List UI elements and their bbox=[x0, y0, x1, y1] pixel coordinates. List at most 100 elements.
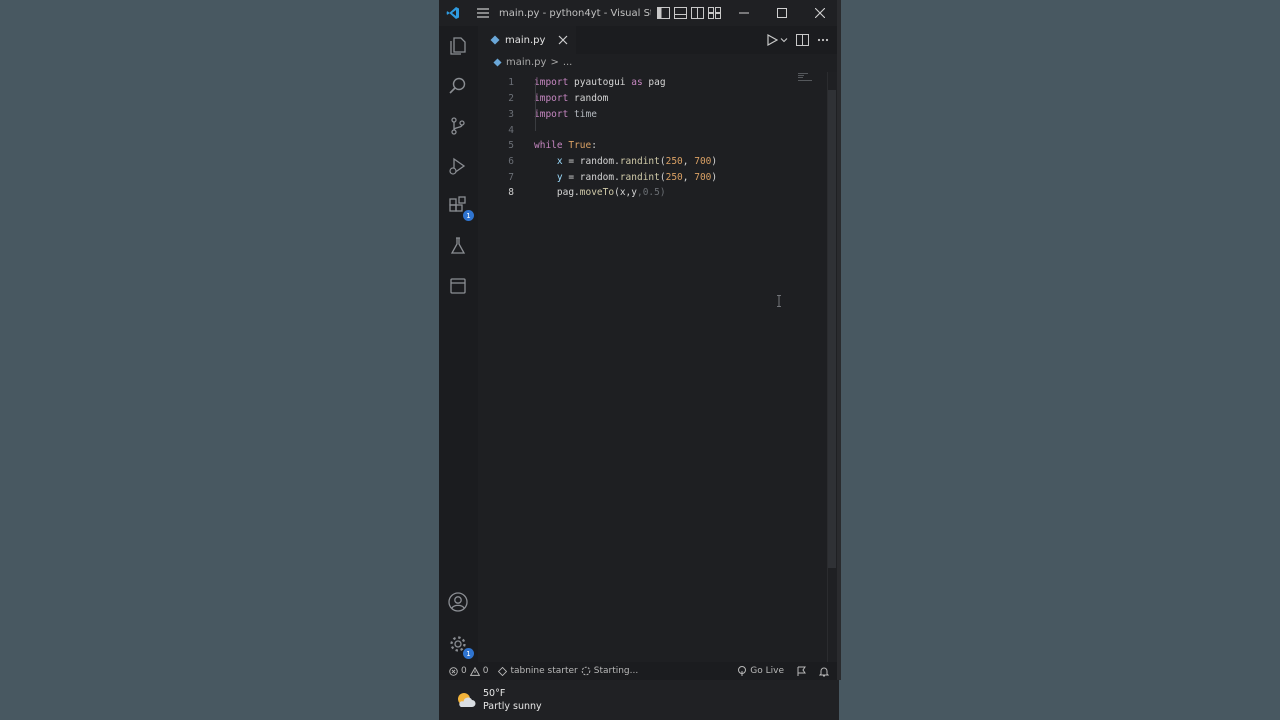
split-editor-icon[interactable] bbox=[796, 34, 809, 46]
code-token: randint bbox=[619, 155, 660, 167]
editor-actions bbox=[766, 26, 829, 54]
testing-flask-icon[interactable] bbox=[446, 234, 470, 258]
code-text: import time bbox=[534, 109, 597, 120]
code-token: = random. bbox=[562, 171, 620, 183]
code-text: while True: bbox=[534, 140, 597, 151]
code-token: 250 bbox=[665, 171, 683, 183]
customize-layout-icon[interactable] bbox=[708, 7, 721, 19]
breadcrumb: main.py > ... bbox=[493, 57, 572, 68]
more-actions-icon[interactable] bbox=[817, 38, 829, 42]
loading-spinner-icon bbox=[581, 666, 591, 676]
toggle-sidebar-icon[interactable] bbox=[657, 7, 670, 19]
python-file-icon bbox=[490, 35, 500, 45]
breadcrumb-more[interactable]: ... bbox=[563, 57, 573, 68]
code-token: , bbox=[682, 171, 695, 183]
code-token: ,0.5) bbox=[636, 186, 666, 198]
code-token: = random. bbox=[562, 155, 620, 167]
close-tab-icon[interactable] bbox=[558, 35, 568, 45]
status-right: Go Live bbox=[737, 666, 829, 677]
error-count: 0 bbox=[461, 666, 467, 676]
accounts-icon[interactable] bbox=[446, 590, 470, 614]
line-number: 2 bbox=[508, 92, 514, 104]
indent-guide bbox=[535, 83, 536, 131]
code-token: import bbox=[534, 92, 569, 104]
code-token: import bbox=[534, 76, 569, 88]
extensions-badge: 1 bbox=[463, 210, 474, 221]
code-token: import bbox=[534, 108, 569, 120]
code-line[interactable]: 7 y = random.randint(250, 700) bbox=[478, 169, 818, 185]
tabnine-starting: Starting... bbox=[593, 666, 639, 676]
go-live-button[interactable]: Go Live bbox=[737, 666, 784, 676]
editor-tabs: main.py bbox=[478, 26, 839, 54]
window-controls bbox=[725, 0, 839, 26]
line-number: 1 bbox=[508, 76, 514, 88]
run-debug-icon[interactable] bbox=[446, 154, 470, 178]
extensions-icon[interactable]: 1 bbox=[446, 194, 474, 221]
code-line[interactable]: 4 bbox=[478, 122, 818, 138]
run-python-file-icon[interactable] bbox=[766, 34, 778, 46]
explorer-icon[interactable] bbox=[446, 34, 470, 58]
code-token: 700 bbox=[694, 155, 712, 167]
code-token: moveTo bbox=[579, 186, 615, 198]
weather-desc: Partly sunny bbox=[483, 701, 542, 712]
window-title: main.py - python4yt - Visual Stu... bbox=[499, 7, 651, 19]
vscode-logo-icon bbox=[439, 6, 467, 20]
code-text: import pyautogui as pag bbox=[534, 77, 666, 88]
weather-temp: 50°F bbox=[483, 688, 506, 699]
tab-main-py[interactable]: main.py bbox=[478, 26, 576, 54]
feedback-icon[interactable] bbox=[796, 666, 807, 677]
hamburger-menu-icon[interactable] bbox=[473, 8, 493, 18]
activity-bar: 1 1 bbox=[439, 26, 478, 662]
code-line[interactable]: 8 pag.moveTo(x,y,0.5) bbox=[478, 184, 818, 200]
code-editor[interactable]: 1 import pyautogui as pag 2 import random 3 i… bbox=[478, 72, 828, 662]
maximize-icon[interactable] bbox=[763, 0, 801, 26]
broadcast-icon bbox=[738, 666, 747, 676]
code-line[interactable]: 5 while True: bbox=[478, 137, 818, 153]
line-number: 4 bbox=[508, 124, 514, 136]
scrollbar-thumb[interactable] bbox=[828, 90, 836, 568]
minimize-icon[interactable] bbox=[725, 0, 763, 26]
code-text: x = random.randint(250, 700) bbox=[534, 156, 717, 167]
close-window-icon[interactable] bbox=[801, 0, 839, 26]
toggle-secondary-sidebar-icon[interactable] bbox=[691, 7, 704, 19]
notifications-bell-icon[interactable] bbox=[819, 666, 829, 677]
tabnine-status[interactable]: tabnine starter Starting... bbox=[498, 666, 638, 676]
breadcrumb-separator: > bbox=[550, 57, 559, 68]
partly-sunny-icon[interactable] bbox=[455, 689, 477, 711]
source-control-icon[interactable] bbox=[446, 114, 470, 138]
code-line[interactable]: 3 import time bbox=[478, 106, 818, 122]
minimap[interactable] bbox=[798, 73, 820, 83]
toggle-panel-icon[interactable] bbox=[674, 7, 687, 19]
vscode-window: main.py - python4yt - Visual Stu... 1 bbox=[439, 0, 839, 680]
chevron-down-icon[interactable] bbox=[780, 36, 788, 44]
line-number: 7 bbox=[508, 171, 514, 183]
code-line[interactable]: 6 x = random.randint(250, 700) bbox=[478, 153, 818, 169]
title-bar: main.py - python4yt - Visual Stu... bbox=[439, 0, 839, 26]
weather-widget[interactable]: 50°F Partly sunny bbox=[483, 687, 542, 713]
status-bar: 0 0 tabnine starter Starting... Go Live bbox=[439, 662, 839, 680]
warning-icon bbox=[469, 666, 480, 676]
problems-indicator[interactable]: 0 0 bbox=[449, 666, 488, 676]
code-text: import random bbox=[534, 93, 608, 104]
code-token: (x,y bbox=[614, 186, 637, 198]
tab-label: main.py bbox=[505, 34, 546, 46]
search-icon[interactable] bbox=[446, 74, 470, 98]
remote-explorer-icon[interactable] bbox=[446, 274, 470, 298]
code-token: , bbox=[682, 155, 695, 167]
code-line[interactable]: 2 import random bbox=[478, 90, 818, 106]
breadcrumb-file[interactable]: main.py bbox=[506, 57, 546, 68]
line-number: 6 bbox=[508, 155, 514, 167]
error-icon bbox=[449, 666, 458, 676]
manage-badge: 1 bbox=[463, 648, 474, 659]
code-line[interactable]: 1 import pyautogui as pag bbox=[478, 74, 818, 90]
code-token: as bbox=[631, 76, 643, 88]
code-token: random bbox=[568, 92, 609, 104]
code-token: time bbox=[568, 108, 597, 120]
line-number: 3 bbox=[508, 108, 514, 120]
manage-gear-icon[interactable]: 1 bbox=[446, 632, 474, 659]
layout-controls bbox=[657, 7, 721, 19]
code-token: pyautogui bbox=[568, 76, 632, 88]
code-token: ) bbox=[711, 171, 718, 183]
